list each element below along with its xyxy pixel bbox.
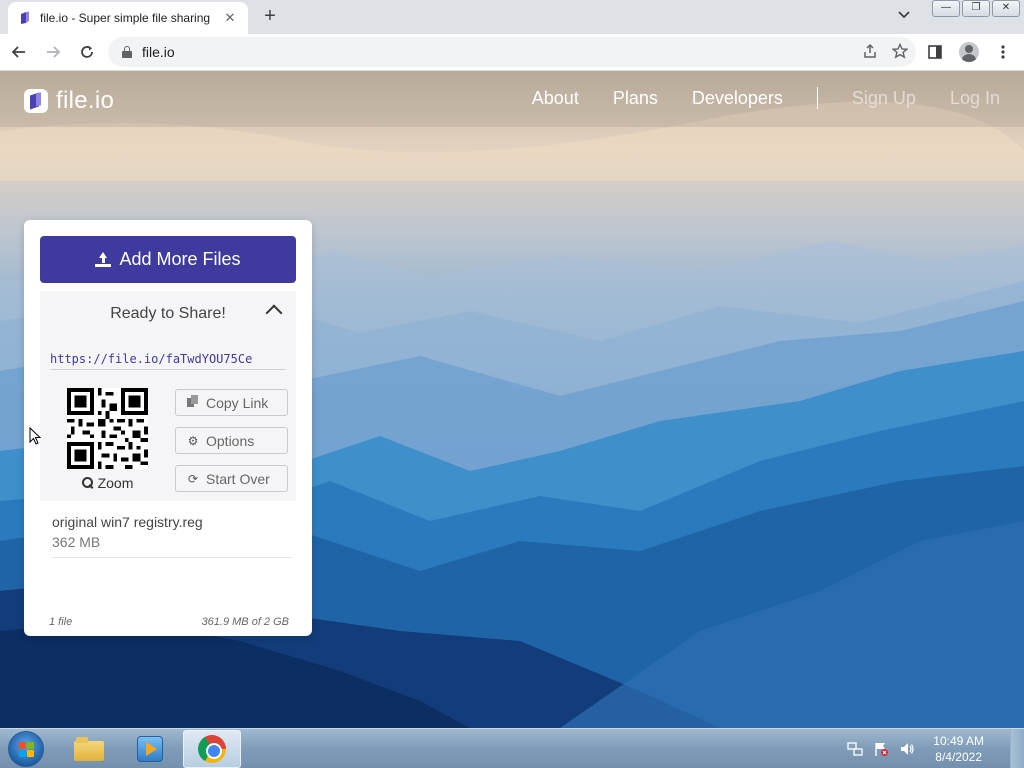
profile-avatar-icon[interactable] [956,38,982,66]
browser-toolbar: file.io [0,34,1024,71]
card-footer: 1 file 361.9 MB of 2 GB [49,616,289,628]
upload-icon [95,251,112,268]
windows-taskbar: 10:49 AM 8/4/2022 [0,728,1024,768]
start-over-label: Start Over [206,470,270,487]
copy-link-label: Copy Link [206,394,269,411]
site-nav: About Plans Developers Sign Up Log In [498,87,1000,109]
clock-time: 10:49 AM [933,734,984,748]
share-link[interactable]: https://file.io/faTwdYOU75Ce [50,352,286,370]
window-controls: — ❐ ✕ [932,0,1020,17]
site-logo[interactable]: file.io [24,87,114,115]
copy-link-button[interactable]: Copy Link [175,389,288,416]
address-bar[interactable]: file.io [108,37,916,67]
gear-icon: ⚙ [187,433,199,448]
forward-button[interactable] [38,37,68,67]
file-size: 362 MB [52,534,101,550]
system-clock[interactable]: 10:49 AM 8/4/2022 [933,733,984,765]
reload-icon [81,46,93,58]
add-more-files-button[interactable]: Add More Files [40,236,296,283]
nav-sign-up[interactable]: Sign Up [852,88,916,109]
minimize-button[interactable]: — [932,0,960,17]
file-count: 1 file [49,616,73,628]
show-desktop-button[interactable] [1010,729,1024,768]
share-icon[interactable] [862,43,878,63]
media-player-icon [137,736,163,762]
nav-log-in[interactable]: Log In [950,88,1000,109]
start-over-button[interactable]: ⟳ Start Over [175,465,288,492]
new-tab-button[interactable]: + [258,5,282,29]
page-content: file.io About Plans Developers Sign Up L… [0,71,1024,728]
clock-date: 8/4/2022 [935,750,982,764]
more-menu-icon[interactable] [990,38,1016,66]
taskbar-explorer[interactable] [60,730,118,768]
qr-code[interactable] [67,388,148,469]
logo-text: file.io [56,87,115,114]
reload-button[interactable] [72,37,102,67]
file-list-item: original win7 registry.reg 362 MB [52,514,292,558]
options-label: Options [206,432,255,449]
nav-divider [816,87,818,109]
upload-card: Add More Files Ready to Share! https://f… [24,220,312,636]
start-button[interactable] [8,731,44,767]
ready-to-share-label: Ready to Share! [110,305,226,322]
zoom-button[interactable]: Zoom [60,475,155,491]
url-text[interactable]: file.io [142,44,175,60]
nav-about[interactable]: About [532,88,579,109]
magnifier-icon [81,477,94,489]
restore-button[interactable]: ❐ [962,0,990,17]
network-icon[interactable] [847,741,863,757]
refresh-icon: ⟳ [187,471,199,486]
storage-usage: 361.9 MB of 2 GB [201,616,289,628]
chrome-icon [198,735,226,763]
tab-search-chevron-icon[interactable] [894,8,914,26]
browser-tab-strip: file.io - Super simple file sharing ✕ + … [0,0,1024,34]
tab-title: file.io - Super simple file sharing [40,11,211,25]
zoom-label: Zoom [97,475,134,491]
add-more-files-label: Add More Files [119,249,241,269]
nav-plans[interactable]: Plans [613,88,658,109]
side-panel-icon[interactable] [922,38,948,66]
site-header: file.io About Plans Developers Sign Up L… [0,71,1024,127]
copy-icon [186,395,200,410]
mouse-cursor-icon [29,427,41,445]
folder-icon [74,737,104,761]
bookmark-star-icon[interactable] [891,42,909,63]
volume-icon[interactable] [899,741,915,757]
close-window-button[interactable]: ✕ [992,0,1020,17]
lock-icon[interactable] [122,46,132,58]
forward-arrow-icon [47,46,61,58]
system-tray: 10:49 AM 8/4/2022 [847,729,984,768]
nav-developers[interactable]: Developers [692,88,783,109]
file-name: original win7 registry.reg [52,514,203,530]
back-button[interactable] [4,37,34,67]
tab-close-icon[interactable]: ✕ [222,10,238,26]
browser-tab[interactable]: file.io - Super simple file sharing ✕ [8,2,248,34]
back-arrow-icon [11,46,25,58]
logo-icon [24,89,48,113]
options-button[interactable]: ⚙ Options [175,427,288,454]
action-center-flag-icon[interactable] [873,741,889,757]
favicon-icon [18,11,32,25]
share-panel: Ready to Share! https://file.io/faTwdYOU… [40,291,296,501]
taskbar-chrome[interactable] [183,730,241,768]
taskbar-media-player[interactable] [121,730,179,768]
